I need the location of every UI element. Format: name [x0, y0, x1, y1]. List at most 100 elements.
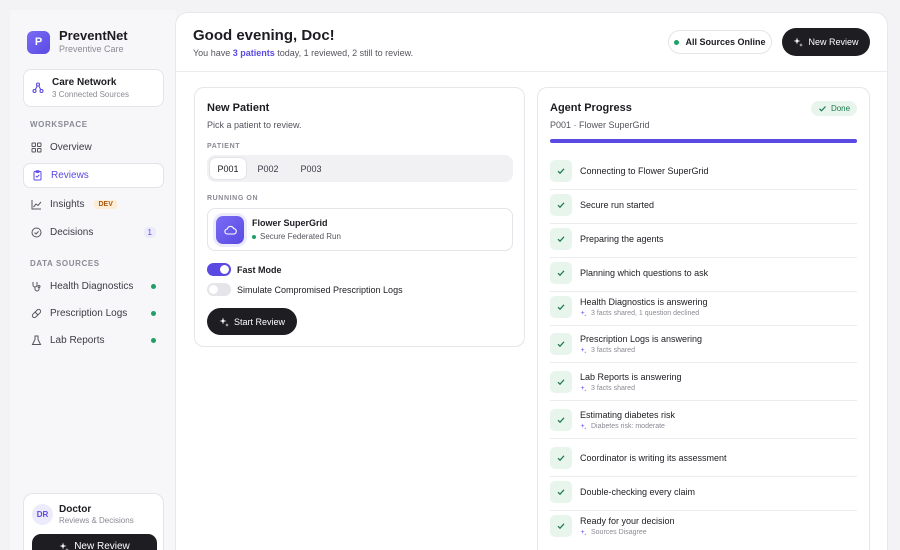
sidebar-new-review-label: New Review	[74, 541, 130, 550]
step-title: Lab Reports is answering	[580, 372, 682, 382]
agent-step: Double-checking every claim	[550, 477, 857, 511]
step-detail: 3 facts shared	[580, 385, 635, 392]
new-patient-subtitle: Pick a patient to review.	[207, 120, 302, 130]
agent-step: Lab Reports is answering 3 facts shared	[550, 367, 857, 401]
step-title: Estimating diabetes risk	[580, 410, 676, 420]
sidebar-item-label: Insights	[50, 199, 85, 210]
simulate-compromised-label: Simulate Compromised Prescription Logs	[237, 284, 403, 295]
toggle-knob	[209, 285, 218, 294]
fast-mode-label: Fast Mode	[237, 264, 282, 275]
sparkle-icon	[219, 317, 229, 327]
sidebar-item-insights[interactable]: Insights DEV	[23, 192, 164, 217]
sparkle-icon	[580, 310, 587, 317]
sidebar-item-label: Lab Reports	[50, 335, 105, 346]
step-title: Secure run started	[580, 200, 655, 210]
patient-option-p003[interactable]: P003	[293, 158, 329, 179]
sources-status-pill[interactable]: All Sources Online	[668, 30, 772, 54]
sidebar: P PreventNet Preventive Care Care Networ…	[10, 10, 176, 550]
patient-selector: P001 P002 P003	[207, 155, 513, 182]
sidebar-item-reviews[interactable]: Reviews	[23, 163, 164, 188]
brand[interactable]: P PreventNet Preventive Care	[27, 28, 128, 56]
sidebar-item-prescription-logs[interactable]: Prescription Logs	[23, 301, 164, 326]
flask-icon	[31, 335, 42, 345]
agent-step: Prescription Logs is answering 3 facts sh…	[550, 329, 857, 363]
sidebar-item-lab-reports[interactable]: Lab Reports	[23, 328, 164, 353]
step-detail-text: 3 facts shared, 1 question declined	[591, 310, 700, 317]
step-title: Prescription Logs is answering	[580, 334, 703, 344]
step-detail-text: 3 facts shared	[591, 385, 635, 392]
agent-step: Preparing the agents	[550, 224, 857, 258]
online-status-dot	[252, 234, 256, 239]
care-network-subtitle: 3 Connected Sources	[52, 90, 129, 99]
run-target-title: Flower SuperGrid	[252, 218, 328, 228]
page-header: Good evening, Doc! You have 3 patients t…	[176, 13, 887, 72]
step-check-icon	[550, 333, 572, 355]
step-title: Planning which questions to ask	[580, 268, 709, 278]
sidebar-item-health-diagnostics[interactable]: Health Diagnostics	[23, 274, 164, 299]
doctor-card: DR Doctor Reviews & Decisions New Review	[23, 493, 164, 550]
check-icon	[557, 455, 565, 462]
check-icon	[557, 304, 565, 311]
agent-step: Health Diagnostics is answering 3 facts s…	[550, 292, 857, 326]
agent-progress-title: Agent Progress	[550, 102, 632, 114]
running-on-label: RUNNING ON	[207, 195, 259, 202]
fast-mode-toggle[interactable]	[207, 263, 231, 276]
simulate-compromised-toggle[interactable]	[207, 283, 231, 296]
sidebar-new-review-button[interactable]: New Review	[32, 534, 157, 550]
sparkle-icon	[793, 37, 804, 47]
step-detail: Diabetes risk: moderate	[580, 423, 665, 430]
clipboard-icon	[33, 170, 42, 181]
start-review-button[interactable]: Start Review	[207, 308, 297, 335]
run-target-status: Secure Federated Run	[260, 232, 341, 241]
sources-status-label: All Sources Online	[685, 37, 766, 47]
main-panel: Good evening, Doc! You have 3 patients t…	[176, 13, 887, 550]
step-detail-text: Diabetes risk: moderate	[591, 423, 665, 430]
step-detail: 3 facts shared	[580, 347, 635, 354]
run-target-subtitle: Secure Federated Run	[252, 232, 341, 241]
step-title: Health Diagnostics is answering	[580, 297, 708, 307]
agent-step: Estimating diabetes risk Diabetes risk: m…	[550, 405, 857, 439]
workspace-label: WORKSPACE	[30, 120, 88, 129]
stethoscope-icon	[32, 282, 41, 292]
step-check-icon	[550, 296, 572, 318]
run-target-box: Flower SuperGrid Secure Federated Run	[207, 208, 513, 251]
step-detail: Sources Disagree	[580, 529, 647, 536]
avatar[interactable]: DR	[32, 504, 53, 525]
sparkle-icon	[580, 347, 587, 354]
check-icon	[557, 489, 565, 496]
step-detail-text: 3 facts shared	[591, 347, 635, 354]
summary-suffix: today, 1 reviewed, 2 still to review.	[274, 48, 414, 58]
check-icon	[557, 523, 565, 530]
step-check-icon	[550, 160, 572, 182]
check-icon	[557, 270, 565, 277]
sidebar-item-decisions[interactable]: Decisions 1	[23, 220, 164, 245]
sidebar-item-label: Decisions	[50, 227, 94, 238]
agent-step: Ready for your decision Sources Disagree	[550, 511, 857, 545]
patient-option-p002[interactable]: P002	[250, 158, 286, 179]
check-icon	[557, 236, 565, 243]
new-review-label: New Review	[808, 37, 859, 47]
doctor-name: Doctor	[59, 504, 92, 515]
patient-count-link[interactable]: 3 patients	[233, 48, 275, 58]
check-icon	[557, 168, 565, 175]
patient-option-p001[interactable]: P001	[210, 158, 246, 179]
sparkle-icon	[59, 542, 70, 550]
sidebar-item-label: Overview	[50, 142, 92, 153]
status-badge: Done	[811, 101, 857, 116]
care-network-card[interactable]: Care Network 3 Connected Sources	[23, 69, 164, 107]
step-detail-text: Sources Disagree	[591, 529, 647, 536]
brand-logo: P	[27, 30, 50, 54]
app-root: P PreventNet Preventive Care Care Networ…	[0, 0, 900, 550]
agent-progress-subtitle: P001 · Flower SuperGrid	[550, 120, 650, 130]
check-icon	[557, 202, 565, 209]
decisions-count-badge: 1	[143, 227, 156, 238]
sidebar-item-overview[interactable]: Overview	[23, 135, 164, 160]
check-icon	[557, 341, 565, 348]
sparkle-icon	[580, 385, 587, 392]
step-check-icon	[550, 228, 572, 250]
sidebar-item-label: Reviews	[51, 170, 89, 181]
care-network-title: Care Network	[52, 77, 117, 88]
new-patient-title: New Patient	[207, 102, 270, 114]
patient-field-label: PATIENT	[207, 143, 241, 150]
new-review-button[interactable]: New Review	[782, 28, 870, 56]
